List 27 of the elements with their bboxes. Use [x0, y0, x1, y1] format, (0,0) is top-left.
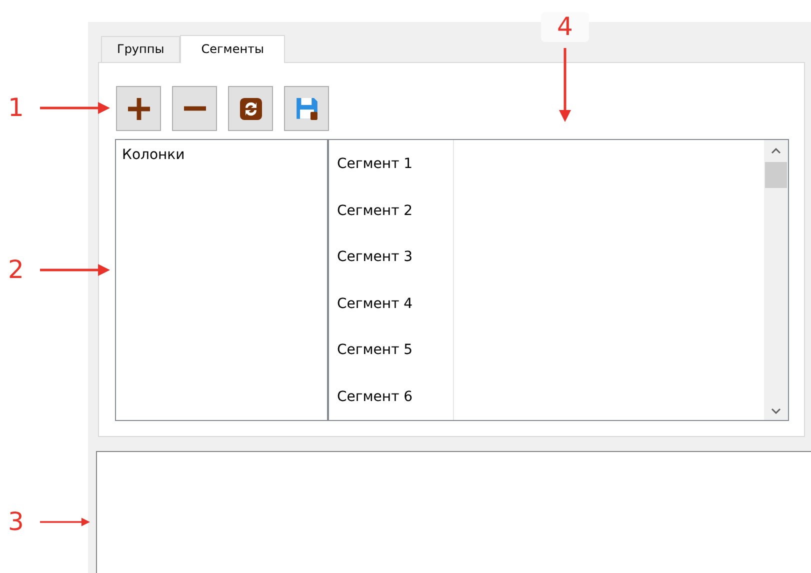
segment-row[interactable]: Сегмент 4 [329, 280, 453, 327]
scroll-up-icon[interactable] [771, 148, 781, 154]
segment-row[interactable]: Сегмент 5 [329, 327, 453, 374]
arrow [40, 264, 110, 276]
segment-row[interactable]: Сегмент 1 [329, 141, 453, 188]
callout-number: 3 [8, 507, 24, 537]
plus-icon [128, 98, 150, 120]
segment-row[interactable]: Сегмент 6 [329, 374, 453, 420]
scroll-thumb[interactable] [765, 162, 787, 188]
callout-number: 1 [8, 93, 24, 123]
scroll-down-icon[interactable] [771, 408, 781, 414]
minus-icon [184, 106, 206, 111]
segment-row[interactable]: Сегмент 3 [329, 234, 453, 280]
callout-number: 4 [541, 12, 589, 42]
remove-button[interactable] [172, 86, 217, 131]
arrow [40, 102, 110, 114]
tab[interactable]: Сегменты [180, 35, 286, 63]
list-item[interactable]: Колонки [122, 147, 321, 163]
scrollbar[interactable] [764, 140, 788, 420]
refresh-button[interactable] [228, 86, 273, 131]
refresh-icon [240, 98, 262, 120]
add-button[interactable] [116, 86, 161, 131]
callout-number: 2 [8, 255, 24, 285]
segment-row[interactable]: Сегмент 2 [329, 188, 453, 234]
arrow [40, 518, 90, 526]
tab[interactable]: Группы [101, 36, 180, 62]
save-button[interactable] [284, 86, 329, 131]
